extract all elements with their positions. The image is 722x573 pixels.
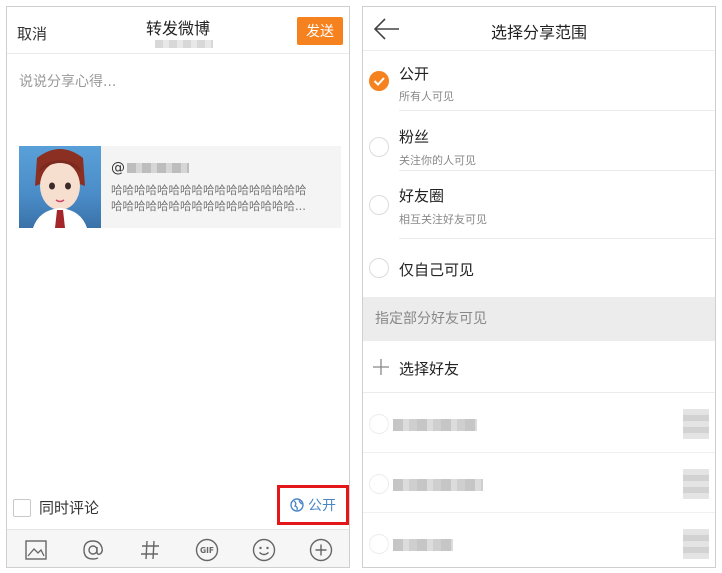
check-icon [373,77,385,86]
blurred-friend-name [393,539,453,551]
option-desc: 相互关注好友可见 [399,213,487,226]
pick-friends-label: 选择好友 [399,360,460,378]
repost-compose-screen: 取消 转发微博 发送 说说分享心得... @ 哈哈哈哈哈哈哈哈哈哈哈哈哈哈哈哈哈 [6,6,350,568]
emoji-icon[interactable] [252,538,276,562]
radio-unchecked[interactable] [369,258,389,278]
blurred-avatar [683,469,709,499]
share-scope-screen: 选择分享范围 公开 所有人可见 粉丝 关注你的人可见 好友圈 相互关注好友可见 … [362,6,716,568]
blurred-friend-name [393,419,477,431]
scope-option-friend-circle[interactable]: 好友圈 相互关注好友可见 [363,171,715,239]
divider [7,53,349,54]
blurred-friend-name [393,479,483,491]
option-label: 粉丝 [399,128,430,146]
gif-icon[interactable]: GIF [195,538,219,562]
friend-row[interactable] [363,515,715,567]
option-label: 好友圈 [399,187,445,205]
compose-top-bar: 取消 转发微博 发送 [7,7,349,53]
friend-row[interactable] [363,395,715,453]
compose-input[interactable]: 说说分享心得... [19,71,116,91]
blurred-author-name [127,163,189,173]
section-header: 指定部分好友可见 [363,297,715,341]
share-scope-button[interactable]: 公开 [277,485,349,525]
sync-comment-label: 同时评论 [39,499,100,517]
globe-icon [290,498,304,512]
avatar [19,146,101,228]
option-desc: 所有人可见 [399,90,454,103]
option-label: 公开 [399,65,430,83]
scope-top-bar: 选择分享范围 [363,7,715,51]
quoted-text-line: 哈哈哈哈哈哈哈哈哈哈哈哈哈哈哈哈哈 [111,183,307,197]
radio-unchecked[interactable] [369,474,389,494]
scope-option-public[interactable]: 公开 所有人可见 [363,51,715,111]
radio-unchecked[interactable] [369,534,389,554]
image-icon[interactable] [24,538,48,562]
blurred-username [155,40,213,48]
plus-icon [373,359,389,375]
compose-toolbar: GIF [7,529,349,567]
at-symbol: @ [111,160,125,176]
share-scope-label: 公开 [308,498,336,514]
quoted-author: @ [111,160,189,176]
send-button[interactable]: 发送 [297,17,343,45]
friend-row[interactable] [363,455,715,513]
radio-unchecked[interactable] [369,137,389,157]
mention-icon[interactable] [81,538,105,562]
scope-option-fans[interactable]: 粉丝 关注你的人可见 [363,111,715,171]
radio-unchecked[interactable] [369,195,389,215]
pick-friends-row[interactable]: 选择好友 [363,341,715,393]
scope-option-only-me[interactable]: 仅自己可见 [363,239,715,297]
sync-comment-option[interactable]: 同时评论 [13,497,99,518]
quoted-post-text: 哈哈哈哈哈哈哈哈哈哈哈哈哈哈哈哈哈 哈哈哈哈哈哈哈哈哈哈哈哈哈哈哈哈... [111,182,339,214]
hashtag-icon[interactable] [138,538,162,562]
option-label: 仅自己可见 [399,261,475,279]
quoted-text-line: 哈哈哈哈哈哈哈哈哈哈哈哈哈哈哈哈... [111,199,306,213]
blurred-avatar [683,529,709,559]
sync-comment-checkbox[interactable] [13,498,31,517]
svg-text:GIF: GIF [199,546,213,555]
radio-unchecked[interactable] [369,414,389,434]
page-title: 选择分享范围 [490,23,587,42]
blurred-avatar [683,409,709,439]
radio-checked[interactable] [369,71,389,91]
option-desc: 关注你的人可见 [399,154,476,167]
quoted-post-card[interactable]: @ 哈哈哈哈哈哈哈哈哈哈哈哈哈哈哈哈哈 哈哈哈哈哈哈哈哈哈哈哈哈哈哈哈哈... [19,146,341,228]
add-icon[interactable] [309,538,333,562]
